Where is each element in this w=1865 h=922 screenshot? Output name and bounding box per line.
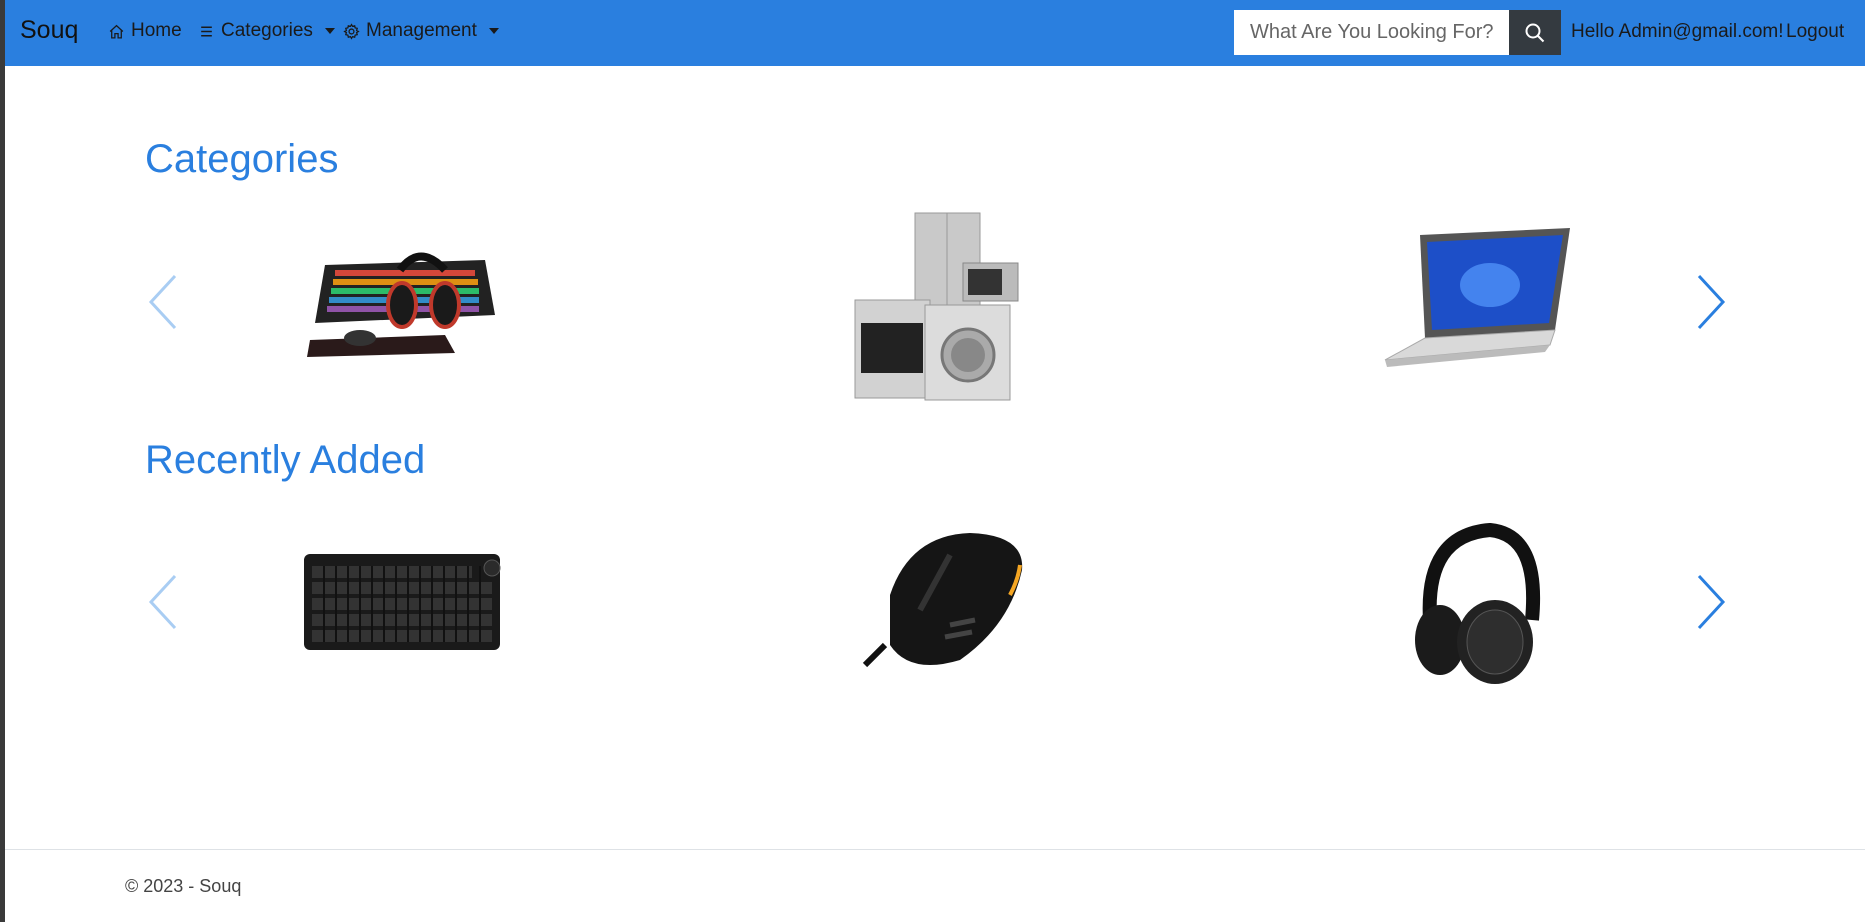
nav-management-dropdown[interactable]: Management — [343, 20, 499, 42]
navbar: Souq Home Categories Management What Are… — [5, 0, 1865, 66]
categories-next-arrow[interactable] — [1693, 272, 1729, 332]
categories-prev-arrow[interactable] — [145, 272, 181, 332]
mouse-image — [862, 533, 1023, 668]
chevron-left-icon — [148, 574, 177, 630]
category-laptop-image[interactable] — [1375, 220, 1575, 380]
keyboard-image — [304, 554, 501, 650]
home-icon — [109, 24, 124, 39]
list-icon — [201, 26, 212, 36]
search-input[interactable] — [1234, 10, 1509, 55]
chevron-right-icon — [1697, 274, 1726, 330]
recent-headphones-image[interactable] — [1410, 520, 1545, 688]
nav-management-label: Management — [366, 20, 477, 41]
headphones-image — [1415, 522, 1541, 684]
gaming-keyboard-headset-image — [307, 252, 495, 357]
nav-categories-label: Categories — [221, 20, 313, 41]
chevron-left-icon — [148, 274, 177, 330]
chevron-right-icon — [1697, 574, 1726, 630]
categories-heading: Categories — [145, 137, 339, 181]
recent-keyboard-image[interactable] — [300, 548, 505, 656]
home-appliances-image — [854, 212, 1019, 401]
footer-copyright: © 2023 - Souq — [125, 876, 242, 896]
recent-prev-arrow[interactable] — [145, 572, 181, 632]
chevron-down-icon — [488, 28, 499, 34]
laptop-image — [1384, 228, 1570, 367]
chevron-down-icon — [324, 28, 335, 34]
footer-divider — [5, 849, 1865, 850]
nav-home-label: Home — [131, 20, 182, 41]
gear-icon — [343, 22, 360, 40]
user-greeting[interactable]: Hello Admin@gmail.com! — [1571, 21, 1784, 43]
recent-mouse-image[interactable] — [850, 525, 1030, 685]
brand-link[interactable]: Souq — [20, 16, 78, 45]
category-gaming-image[interactable] — [305, 245, 500, 365]
recent-next-arrow[interactable] — [1693, 572, 1729, 632]
search-button[interactable] — [1509, 10, 1561, 55]
nav-home[interactable]: Home — [108, 20, 182, 42]
nav-categories-dropdown[interactable]: Categories — [198, 20, 335, 42]
app-window: Souq Home Categories Management What Are… — [5, 0, 1865, 922]
search-icon — [1525, 23, 1545, 42]
recently-added-heading: Recently Added — [145, 438, 426, 482]
category-appliances-image[interactable] — [835, 205, 1045, 405]
logout-link[interactable]: Logout — [1786, 21, 1844, 43]
